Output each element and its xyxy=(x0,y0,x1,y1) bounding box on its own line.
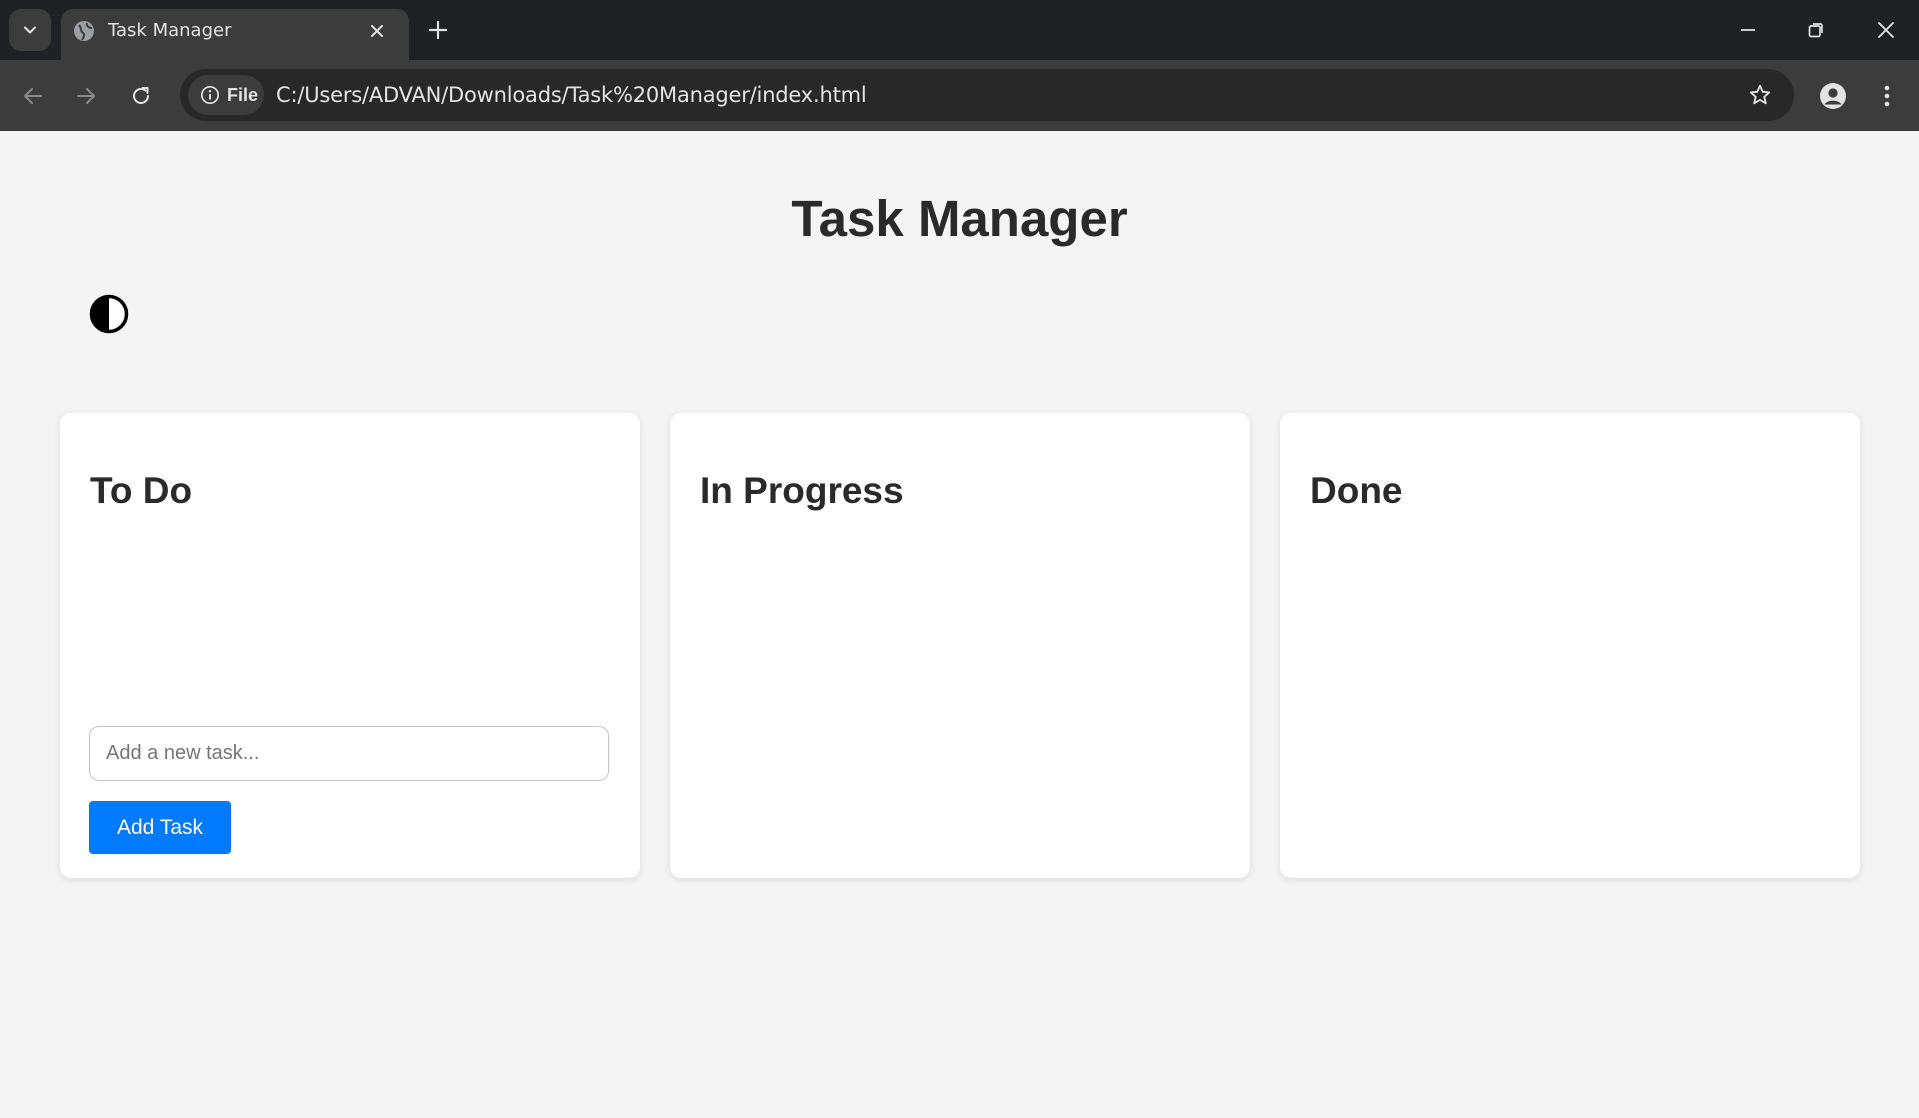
reload-icon xyxy=(133,87,149,104)
forward-button[interactable] xyxy=(66,76,106,116)
menu-button[interactable] xyxy=(1866,75,1908,117)
browser-toolbar: File C:/Users/ADVAN/Downloads/Task%20Man… xyxy=(0,60,1919,131)
browser-tab-active[interactable]: Task Manager xyxy=(61,9,409,60)
page-title: Task Manager xyxy=(791,190,1128,247)
new-task-input[interactable] xyxy=(89,726,609,781)
column-in-progress: In Progress xyxy=(670,413,1250,878)
bookmark-button[interactable] xyxy=(1740,75,1780,115)
chevron-down-icon xyxy=(24,26,36,34)
tab-search-button[interactable] xyxy=(9,9,51,51)
restore-button[interactable] xyxy=(1794,8,1838,52)
theme-toggle-contrast-icon[interactable] xyxy=(89,294,129,334)
reload-button[interactable] xyxy=(121,76,161,116)
window-close-button[interactable] xyxy=(1864,8,1908,52)
arrow-right-icon xyxy=(77,88,95,104)
tab-close-button[interactable] xyxy=(365,19,389,43)
close-icon xyxy=(371,25,383,37)
address-bar[interactable]: File C:/Users/ADVAN/Downloads/Task%20Man… xyxy=(180,69,1794,121)
plus-icon xyxy=(428,20,448,40)
site-info-chip[interactable]: File xyxy=(188,75,264,115)
add-task-button[interactable]: Add Task xyxy=(89,801,231,854)
arrow-left-icon xyxy=(24,88,42,104)
globe-icon xyxy=(74,21,94,41)
more-vert-icon xyxy=(1884,85,1890,107)
star-icon xyxy=(1749,84,1771,105)
minimize-button[interactable] xyxy=(1726,8,1770,52)
tab-title: Task Manager xyxy=(108,20,232,41)
minimize-icon xyxy=(1741,29,1755,31)
site-info-label: File xyxy=(227,84,259,105)
restore-icon xyxy=(1808,23,1823,38)
url-text[interactable]: C:/Users/ADVAN/Downloads/Task%20Manager/… xyxy=(276,69,867,121)
browser-tabstrip: Task Manager xyxy=(0,0,1919,60)
profile-icon xyxy=(1820,83,1846,109)
column-title: Done xyxy=(1310,470,1403,511)
column-todo: To Do Add Task xyxy=(60,413,640,878)
column-title: In Progress xyxy=(700,470,904,511)
column-title: To Do xyxy=(90,470,193,511)
close-icon xyxy=(1878,22,1894,38)
info-icon xyxy=(200,85,220,105)
new-tab-button[interactable] xyxy=(422,14,454,46)
column-done: Done xyxy=(1280,413,1860,878)
page-content: Task Manager To Do Add Task In Progress … xyxy=(0,131,1919,1118)
back-button[interactable] xyxy=(13,76,53,116)
profile-button[interactable] xyxy=(1812,75,1854,117)
